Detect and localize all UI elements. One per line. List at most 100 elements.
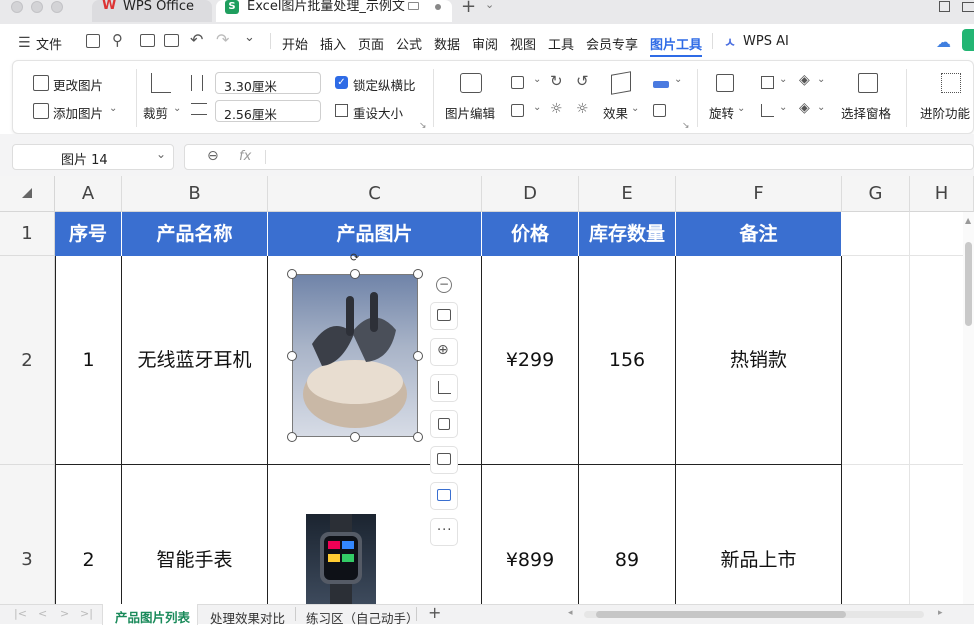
cell-price[interactable]: ¥899 bbox=[482, 465, 579, 604]
hamburger-menu-icon[interactable]: ☰ bbox=[18, 35, 31, 51]
tab-list-chevron-icon[interactable]: ⌄ bbox=[485, 0, 494, 11]
redo-icon[interactable]: ↷ bbox=[216, 30, 229, 49]
lock-ratio-checkbox[interactable]: ✓ bbox=[335, 76, 348, 89]
empty-cell[interactable] bbox=[842, 256, 910, 465]
header-price[interactable]: 价格 bbox=[482, 212, 579, 256]
effects-dialog-launcher-icon[interactable]: ↘ bbox=[682, 121, 690, 131]
sheet-tab-practice[interactable]: 练习区（自己动手） bbox=[306, 608, 419, 627]
brightness-icon[interactable]: ☼ bbox=[550, 101, 563, 117]
crop-chevron-icon[interactable]: ⌄ bbox=[173, 103, 181, 114]
align-chevron-icon[interactable]: ⌄ bbox=[779, 102, 787, 113]
picture-edit-button[interactable]: 图片编辑 bbox=[445, 103, 495, 122]
row-header-3[interactable]: 3 bbox=[0, 465, 55, 604]
float-crop-button[interactable] bbox=[430, 374, 458, 402]
picture-style-chevron-icon[interactable]: ⌄ bbox=[533, 74, 541, 85]
rotate-button[interactable]: 旋转 bbox=[709, 103, 734, 122]
cell-seq[interactable]: 1 bbox=[55, 256, 122, 465]
float-zoom-button[interactable]: ⊕ bbox=[430, 338, 458, 366]
contrast-icon[interactable]: ☼ bbox=[576, 101, 589, 117]
share-icon[interactable]: ⚲ bbox=[112, 31, 123, 49]
picture-border-chevron-icon[interactable]: ⌄ bbox=[533, 102, 541, 113]
user-avatar[interactable] bbox=[962, 29, 974, 51]
align-icon[interactable] bbox=[761, 104, 774, 117]
menu-membership[interactable]: 会员专享 bbox=[586, 34, 638, 53]
column-header-f[interactable]: F bbox=[676, 176, 842, 212]
undo-icon[interactable]: ↶ bbox=[190, 30, 203, 49]
resize-handle-bottom-left[interactable] bbox=[287, 432, 297, 442]
collapse-toolbar-icon[interactable]: − bbox=[436, 277, 452, 293]
tab-wps-office[interactable]: W WPS Office bbox=[92, 0, 212, 22]
picture-compress-icon[interactable] bbox=[653, 104, 666, 117]
height-input[interactable]: 2.56厘米 bbox=[215, 100, 321, 122]
float-change-picture-button[interactable] bbox=[430, 302, 458, 330]
last-sheet-arrow-icon[interactable]: >| bbox=[80, 607, 93, 620]
effects-button[interactable]: 效果 bbox=[603, 103, 628, 122]
menu-data[interactable]: 数据 bbox=[434, 34, 460, 53]
empty-cell[interactable] bbox=[842, 212, 910, 256]
add-sheet-plus-icon[interactable]: + bbox=[428, 603, 441, 622]
selection-pane-button[interactable]: 选择窗格 bbox=[841, 103, 891, 122]
menu-picture-tools[interactable]: 图片工具 bbox=[650, 34, 702, 53]
bring-forward-chevron-icon[interactable]: ⌄ bbox=[817, 74, 825, 85]
cell-seq[interactable]: 2 bbox=[55, 465, 122, 604]
menu-tools[interactable]: 工具 bbox=[548, 34, 574, 53]
float-picture-edit-button[interactable] bbox=[430, 446, 458, 474]
picture-border-icon[interactable] bbox=[511, 104, 524, 117]
vertical-scrollbar[interactable]: ▲ bbox=[963, 212, 974, 604]
column-header-c[interactable]: C bbox=[268, 176, 482, 212]
header-stock[interactable]: 库存数量 bbox=[579, 212, 676, 256]
resize-handle-bottom[interactable] bbox=[350, 432, 360, 442]
column-header-d[interactable]: D bbox=[482, 176, 579, 212]
rotate-chevron-icon[interactable]: ⌄ bbox=[737, 103, 745, 114]
smartwatch-product-image[interactable] bbox=[306, 514, 376, 604]
row-header-1[interactable]: 1 bbox=[0, 212, 55, 256]
menu-view[interactable]: 视图 bbox=[510, 34, 536, 53]
print-icon[interactable] bbox=[140, 34, 155, 47]
rotate-handle-icon[interactable]: ⟳ bbox=[350, 251, 359, 264]
row-header-2[interactable]: 2 bbox=[0, 256, 55, 465]
print-preview-icon[interactable] bbox=[164, 34, 179, 47]
name-box-chevron-icon[interactable]: ⌄ bbox=[156, 147, 166, 161]
tab-document[interactable]: S Excel图片批量处理_示例文 bbox=[216, 0, 452, 22]
fill-color-chevron-icon[interactable]: ⌄ bbox=[674, 74, 682, 85]
add-picture-button[interactable]: 添加图片 bbox=[53, 103, 103, 122]
prev-sheet-arrow-icon[interactable]: < bbox=[38, 607, 47, 620]
cloud-sync-icon[interactable]: ☁ bbox=[936, 33, 951, 51]
bring-forward-icon[interactable]: ◈ bbox=[799, 72, 810, 88]
cell-note[interactable]: 热销款 bbox=[676, 256, 842, 465]
sheet-tab-compare[interactable]: 处理效果对比 bbox=[210, 608, 285, 627]
rotate-left-icon[interactable]: ↻ bbox=[550, 72, 563, 90]
horizontal-scrollbar[interactable] bbox=[584, 611, 924, 618]
send-backward-chevron-icon[interactable]: ⌄ bbox=[817, 102, 825, 113]
group-chevron-icon[interactable]: ⌄ bbox=[779, 74, 787, 85]
menu-page[interactable]: 页面 bbox=[358, 34, 384, 53]
close-window-button[interactable] bbox=[11, 1, 23, 13]
effects-chevron-icon[interactable]: ⌄ bbox=[631, 103, 639, 114]
add-picture-chevron-icon[interactable]: ⌄ bbox=[109, 103, 117, 114]
unsaved-dot-icon[interactable] bbox=[435, 4, 441, 10]
column-header-g[interactable]: G bbox=[842, 176, 910, 212]
scroll-right-arrow-icon[interactable]: ▸ bbox=[938, 608, 943, 618]
name-box[interactable]: 图片 14 ⌄ bbox=[12, 144, 174, 170]
cell-stock[interactable]: 89 bbox=[579, 465, 676, 604]
zoom-search-icon[interactable]: ⊖ bbox=[207, 148, 219, 164]
column-header-e[interactable]: E bbox=[579, 176, 676, 212]
column-header-b[interactable]: B bbox=[122, 176, 268, 212]
empty-cell[interactable] bbox=[842, 465, 910, 604]
column-header-a[interactable]: A bbox=[55, 176, 122, 212]
column-header-h[interactable]: H bbox=[910, 176, 974, 212]
group-icon[interactable] bbox=[761, 76, 774, 89]
cell-stock[interactable]: 156 bbox=[579, 256, 676, 465]
menu-wps-ai[interactable]: WPS AI bbox=[743, 34, 789, 49]
fx-icon[interactable]: fx bbox=[239, 149, 251, 164]
float-more-button[interactable]: ··· bbox=[430, 518, 458, 546]
menu-home[interactable]: 开始 bbox=[282, 34, 308, 53]
next-sheet-arrow-icon[interactable]: > bbox=[60, 607, 69, 620]
cell-product-name[interactable]: 智能手表 bbox=[122, 465, 268, 604]
more-commands-chevron-icon[interactable]: ⌄ bbox=[244, 30, 255, 45]
vertical-scroll-thumb[interactable] bbox=[965, 242, 972, 326]
scroll-up-arrow-icon[interactable]: ▲ bbox=[965, 216, 971, 225]
minimize-window-button[interactable] bbox=[31, 1, 43, 13]
new-tab-plus-icon[interactable]: + bbox=[461, 0, 476, 17]
resize-handle-top[interactable] bbox=[350, 269, 360, 279]
